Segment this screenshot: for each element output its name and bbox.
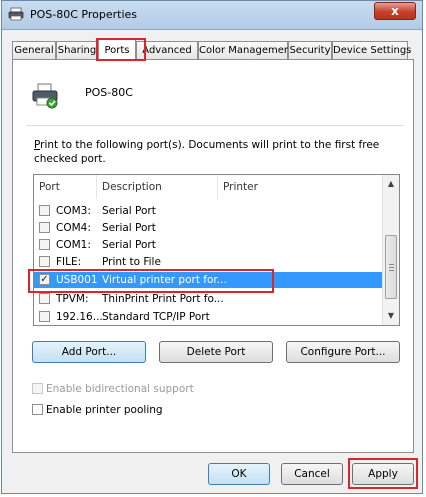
separator <box>26 125 404 126</box>
port-name: FILE: <box>56 256 82 268</box>
ports-description: Print to the following port(s). Document… <box>34 138 384 166</box>
list-item-com1[interactable]: COM1: Serial Port <box>34 237 383 253</box>
port-checkbox[interactable] <box>39 222 50 233</box>
port-name: COM3: <box>56 205 91 217</box>
window-title: POS-80C Properties <box>30 8 138 21</box>
port-description: Print to File <box>102 256 161 268</box>
tab-sharing[interactable]: Sharing <box>56 41 98 59</box>
port-description: Serial Port <box>102 239 156 251</box>
list-item-com4[interactable]: COM4: Serial Port <box>34 220 383 236</box>
port-name: COM4: <box>56 222 91 234</box>
grip-line <box>389 264 394 265</box>
printer-app-icon <box>8 7 24 21</box>
title-bar[interactable]: POS-80C Properties x <box>2 1 422 30</box>
port-description: Serial Port <box>102 205 156 217</box>
ok-button[interactable]: OK <box>208 463 270 485</box>
port-name: COM1: <box>56 239 91 251</box>
scroll-thumb[interactable] <box>385 235 397 299</box>
header-divider[interactable] <box>96 175 97 199</box>
apply-highlight <box>348 458 418 489</box>
printer-pooling-option[interactable]: Enable printer pooling <box>32 404 163 416</box>
vertical-scrollbar[interactable]: ▲ ▼ <box>382 175 399 325</box>
tab-color-management[interactable]: Color Management <box>198 41 294 59</box>
list-item-file[interactable]: FILE: Print to File <box>34 254 383 270</box>
scroll-up-icon[interactable]: ▲ <box>383 176 399 192</box>
add-port-button[interactable]: Add Port... <box>32 341 146 363</box>
list-item-com3[interactable]: COM3: Serial Port <box>34 203 383 219</box>
list-item-tcpip[interactable]: 192.16... Standard TCP/IP Port <box>34 309 383 325</box>
header-divider[interactable] <box>217 175 218 199</box>
pooling-checkbox[interactable] <box>32 404 43 415</box>
bidirectional-checkbox[interactable] <box>32 383 43 394</box>
list-item-tpvm[interactable]: TPVM: ThinPrint Print Port fo... <box>34 291 383 307</box>
tab-security[interactable]: Security <box>288 41 332 59</box>
bidirectional-label: Enable bidirectional support <box>46 383 194 395</box>
close-button[interactable]: x <box>374 2 416 20</box>
tab-general[interactable]: General <box>12 41 56 59</box>
port-checkbox[interactable] <box>39 239 50 250</box>
column-header-description[interactable]: Description <box>102 175 162 199</box>
port-checkbox[interactable] <box>39 256 50 267</box>
port-checkbox[interactable] <box>39 293 50 304</box>
port-name: 192.16... <box>56 311 103 323</box>
bidirectional-support-option[interactable]: Enable bidirectional support <box>32 383 194 395</box>
tab-device-settings[interactable]: Device Settings <box>332 41 411 59</box>
column-header-port[interactable]: Port <box>39 175 60 199</box>
cancel-button[interactable]: Cancel <box>281 463 343 485</box>
configure-port-button[interactable]: Configure Port... <box>286 341 400 363</box>
usb001-highlight <box>28 269 274 293</box>
port-checkbox[interactable] <box>39 311 50 322</box>
port-name: TPVM: <box>56 293 89 305</box>
properties-dialog: POS-80C Properties x General Sharing Por… <box>1 0 423 494</box>
grip-line <box>389 270 394 271</box>
close-icon: x <box>391 4 399 18</box>
ports-tab-highlight <box>96 38 146 61</box>
port-description: ThinPrint Print Port fo... <box>102 293 224 305</box>
port-checkbox[interactable] <box>39 205 50 216</box>
delete-port-button[interactable]: Delete Port <box>159 341 273 363</box>
ports-list[interactable]: Port Description Printer COM3: Serial Po… <box>33 174 400 326</box>
port-description: Standard TCP/IP Port <box>102 311 210 323</box>
description-text: rint to the following port(s). Documents… <box>34 139 380 165</box>
port-description: Serial Port <box>102 222 156 234</box>
column-header-printer[interactable]: Printer <box>223 175 258 199</box>
pooling-label: Enable printer pooling <box>46 404 163 416</box>
grip-line <box>389 267 394 268</box>
scroll-down-icon[interactable]: ▼ <box>383 308 399 324</box>
printer-icon <box>32 83 58 109</box>
printer-name: POS-80C <box>85 86 133 99</box>
